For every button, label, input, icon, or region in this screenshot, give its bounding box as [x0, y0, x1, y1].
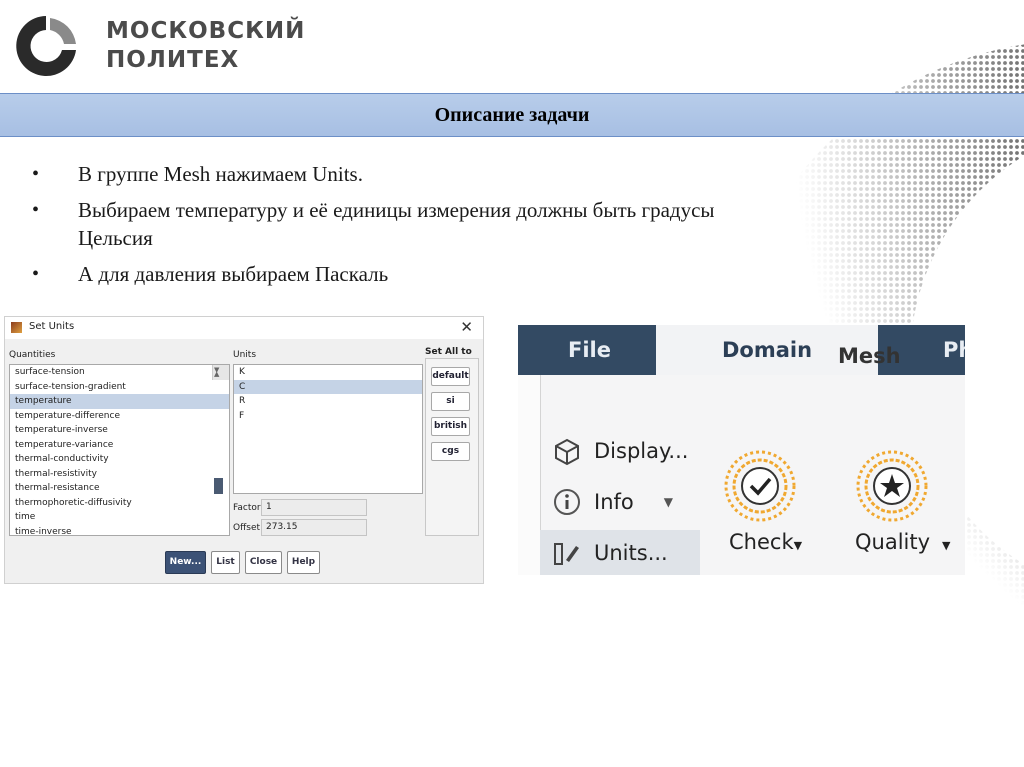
check-mesh-icon[interactable] — [723, 449, 797, 523]
bullet-icon: • — [32, 199, 40, 221]
politech-logo-icon — [16, 16, 76, 76]
set-all-label: Set All to — [425, 347, 472, 357]
list-item[interactable]: F — [234, 409, 422, 424]
list-item[interactable]: surface-tension-gradient — [10, 380, 229, 395]
quantities-scrollbar[interactable]: ▲ ▼ — [212, 365, 229, 494]
bullet-text: В группе Mesh нажимаем Units. — [78, 162, 363, 186]
bullet-icon: • — [32, 163, 40, 185]
display-label: Display... — [594, 439, 689, 463]
logo-text: МОСКОВСКИЙ ПОЛИТЕХ — [106, 17, 305, 75]
logo-line-2: ПОЛИТЕХ — [106, 47, 240, 73]
bullet-text: Выбираем температуру и её единицы измере… — [78, 198, 715, 250]
logo-line-1: МОСКОВСКИЙ — [106, 18, 306, 44]
cube-icon — [555, 438, 579, 466]
list-item[interactable]: thermal-resistivity — [10, 467, 229, 482]
list-item[interactable]: R — [234, 394, 422, 409]
factor-field[interactable]: 1 — [261, 499, 367, 516]
units-list[interactable]: K C R F — [233, 364, 423, 494]
check-text: Check — [729, 530, 794, 554]
si-button[interactable]: si — [431, 392, 470, 411]
cgs-button[interactable]: cgs — [431, 442, 470, 461]
list-item-selected[interactable]: C — [234, 379, 422, 394]
quality-label[interactable]: Quality ▼ — [855, 530, 951, 554]
ribbon-panel: File Domain Ph Mesh Display... Info ▼ Un… — [518, 325, 965, 575]
quality-text: Quality — [855, 530, 931, 554]
list-item[interactable]: surface-tension — [10, 365, 229, 380]
slide-title-bar: Описание задачи — [0, 93, 1024, 137]
quantities-label: Quantities — [9, 350, 56, 360]
units-label: Units — [233, 350, 257, 360]
list-item[interactable]: thermal-conductivity — [10, 452, 229, 467]
fluent-app-icon — [11, 322, 22, 333]
factor-label: Factor — [233, 503, 261, 513]
chevron-down-icon[interactable]: ▼ — [942, 539, 950, 552]
bullet-item: • А для давления выбираем Паскаль — [30, 260, 790, 288]
tab-physics[interactable]: Ph — [943, 325, 965, 375]
list-item[interactable]: temperature-difference — [10, 409, 229, 424]
units-label: Units... — [594, 541, 668, 565]
list-item[interactable]: temperature-variance — [10, 438, 229, 453]
scrollbar-thumb[interactable] — [214, 478, 223, 494]
list-item[interactable]: temperature-inverse — [10, 423, 229, 438]
quantities-list[interactable]: surface-tension surface-tension-gradient… — [9, 364, 230, 536]
quality-mesh-icon[interactable] — [855, 449, 929, 523]
dialog-titlebar: Set Units ✕ — [5, 317, 483, 339]
list-item[interactable]: time-inverse — [10, 525, 229, 536]
display-button[interactable]: Display... — [552, 436, 688, 466]
bullet-icon: • — [32, 263, 40, 285]
help-button[interactable]: Help — [287, 551, 320, 574]
list-button[interactable]: List — [211, 551, 240, 574]
new-button[interactable]: New... — [165, 551, 206, 574]
info-label: Info — [594, 490, 634, 514]
ribbon-left-strip — [518, 375, 541, 575]
info-icon — [554, 489, 580, 515]
list-item[interactable]: K — [234, 365, 422, 380]
check-label[interactable]: Check▼ — [729, 530, 802, 554]
bullet-list: • В группе Mesh нажимаем Units. • Выбираем… — [30, 160, 790, 296]
list-item[interactable]: time — [10, 510, 229, 525]
list-item-selected[interactable]: temperature — [10, 394, 229, 409]
slide-title: Описание задачи — [434, 103, 590, 126]
bullet-text: А для давления выбираем Паскаль — [78, 262, 389, 286]
list-item[interactable]: thermal-resistance — [10, 481, 229, 496]
scroll-down-icon[interactable]: ▼ — [214, 365, 219, 378]
set-all-group: default si british cgs — [425, 358, 479, 536]
ruler-pencil-icon — [554, 543, 579, 565]
list-item[interactable]: thermophoretic-diffusivity — [10, 496, 229, 511]
bullet-item: • Выбираем температуру и её единицы измер… — [30, 196, 790, 252]
info-button[interactable]: Info ▼ — [552, 487, 673, 517]
set-units-dialog: Set Units ✕ Quantities surface-tension s… — [4, 316, 484, 584]
dialog-title: Set Units — [29, 321, 75, 332]
chevron-down-icon[interactable]: ▼ — [794, 539, 802, 552]
british-button[interactable]: british — [431, 417, 470, 436]
bullet-item: • В группе Mesh нажимаем Units. — [30, 160, 790, 188]
chevron-down-icon[interactable]: ▼ — [664, 495, 673, 509]
offset-field[interactable]: 273.15 — [261, 519, 367, 536]
offset-label: Offset — [233, 523, 261, 533]
units-button[interactable]: Units... — [552, 538, 668, 568]
close-button[interactable]: Close — [245, 551, 282, 574]
tab-file[interactable]: File — [568, 325, 611, 375]
mesh-group-label: Mesh — [838, 344, 901, 368]
close-icon[interactable]: ✕ — [460, 318, 473, 336]
default-button[interactable]: default — [431, 367, 470, 386]
